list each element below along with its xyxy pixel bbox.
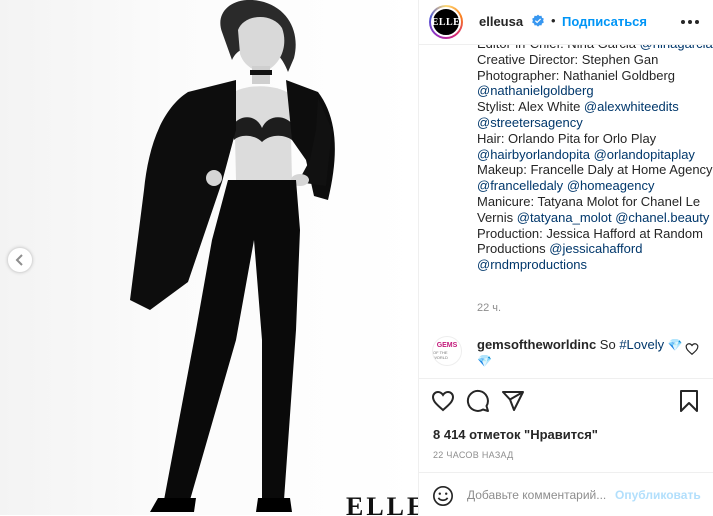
mention-link[interactable]: @rndmproductions <box>477 257 587 272</box>
mention-link[interactable]: @homeagency <box>567 178 655 193</box>
post-caption: Editor-in-Chief: Nina Garcia @ninagarcia… <box>477 36 713 273</box>
mention-link[interactable]: @orlandopitaplay <box>594 147 695 162</box>
comment-text: gemsoftheworldinc So #Lovely 💎 💎 <box>477 337 687 369</box>
comment-hashtag[interactable]: #Lovely <box>619 337 664 352</box>
mention-link[interactable]: @hairbyorlandopita <box>477 147 590 162</box>
caption-line: Productions @jessicahafford <box>477 241 707 257</box>
caption-line: Production: Jessica Hafford at Random <box>477 226 707 242</box>
avatar: ELLE <box>431 7 461 37</box>
comment-icon[interactable] <box>466 389 490 413</box>
likes-count[interactable]: 8 414 отметок "Нравится" <box>433 427 598 442</box>
caption-line: Manicure: Tatyana Molot for Chanel Le <box>477 194 707 210</box>
caption-line: Makeup: Francelle Daly at Home Agency <box>477 162 713 178</box>
gem-emoji: 💎 <box>477 354 492 368</box>
mention-link[interactable]: @alexwhiteedits <box>584 99 679 114</box>
caption-line: Creative Director: Stephen Gan <box>477 52 707 68</box>
caption-text: Stylist: Alex White <box>477 99 584 115</box>
separator-dot: • <box>551 13 556 28</box>
story-ring[interactable]: ELLE <box>429 5 463 39</box>
mention-link[interactable]: @jessicahafford <box>549 241 642 256</box>
caption-time: 22 ч. <box>477 302 502 314</box>
comment-username[interactable]: gemsoftheworldinc <box>477 337 596 352</box>
caption-line: @hairbyorlandopita @orlandopitaplay <box>477 147 707 163</box>
caption-text: Vernis <box>477 209 517 225</box>
verified-badge-icon <box>532 14 544 27</box>
caption-text: Productions <box>477 241 550 257</box>
gem-emoji: 💎 <box>667 338 683 352</box>
post-header: ELLE elleusa • Подписаться <box>419 0 713 45</box>
comment-input[interactable] <box>467 485 609 505</box>
caption-text: Makeup: Francelle Daly at Home Agency <box>477 162 713 178</box>
caption-text: Creative Director: Stephen Gan <box>477 51 659 67</box>
mention-link[interactable]: @streetersagency <box>477 115 583 130</box>
bookmark-icon[interactable] <box>677 389 701 413</box>
add-comment-bar: Опубликовать <box>419 472 713 516</box>
comment-like-icon[interactable] <box>685 342 699 356</box>
caption-text: Manicure: Tatyana Molot for Chanel Le <box>477 193 701 209</box>
mention-link[interactable]: @chanel.beauty <box>615 210 709 225</box>
caption-line: Stylist: Alex White @alexwhiteedits <box>477 99 707 115</box>
follow-button[interactable]: Подписаться <box>562 14 647 29</box>
avatar-subtext: OF THE WORLD <box>433 350 448 360</box>
caption-text: Photographer: Nathaniel Goldberg <box>477 67 676 83</box>
chevron-left-icon <box>15 254 23 266</box>
smiley-icon[interactable] <box>432 485 454 507</box>
caption-line: @nathanielgoldberg <box>477 83 707 99</box>
share-icon[interactable] <box>501 389 525 413</box>
mention-link[interactable]: @francelledaly <box>477 178 563 193</box>
caption-line: @francelledaly @homeagency <box>477 178 707 194</box>
elle-watermark: ELLE <box>346 492 418 515</box>
post-photo[interactable]: ELLE <box>0 0 418 515</box>
mention-link[interactable]: @nathanielgoldberg <box>477 83 594 98</box>
publish-button[interactable]: Опубликовать <box>615 488 701 502</box>
heart-icon[interactable] <box>431 389 455 413</box>
caption-line: Vernis @tatyana_molot @chanel.beauty <box>477 209 709 226</box>
avatar-text: GEMS <box>436 342 458 349</box>
caption-text: Production: Jessica Hafford at Random <box>477 225 703 241</box>
caption-line: @rndmproductions <box>477 257 707 273</box>
post-panel: Editor-in-Chief: Nina Garcia @ninagarcia… <box>419 0 713 515</box>
caption-text: Hair: Orlando Pita for Orlo Play <box>477 130 657 146</box>
comment-item: GEMS OF THE WORLD gemsoftheworldinc So #… <box>419 330 713 370</box>
caption-line: Photographer: Nathaniel Goldberg <box>477 68 707 84</box>
commenter-avatar[interactable]: GEMS OF THE WORLD <box>432 336 462 366</box>
username-link[interactable]: elleusa <box>479 14 523 29</box>
caption-line: Hair: Orlando Pita for Orlo Play <box>477 131 707 147</box>
comment-body: So <box>596 337 620 352</box>
model-figure <box>130 0 335 512</box>
previous-photo-button[interactable] <box>7 247 33 273</box>
caption-line: @streetersagency <box>477 115 707 131</box>
post-timestamp[interactable]: 22 ЧАСОВ НАЗАД <box>433 450 514 460</box>
mention-link[interactable]: @tatyana_molot <box>517 210 612 225</box>
more-horizontal-icon[interactable] <box>679 12 701 32</box>
